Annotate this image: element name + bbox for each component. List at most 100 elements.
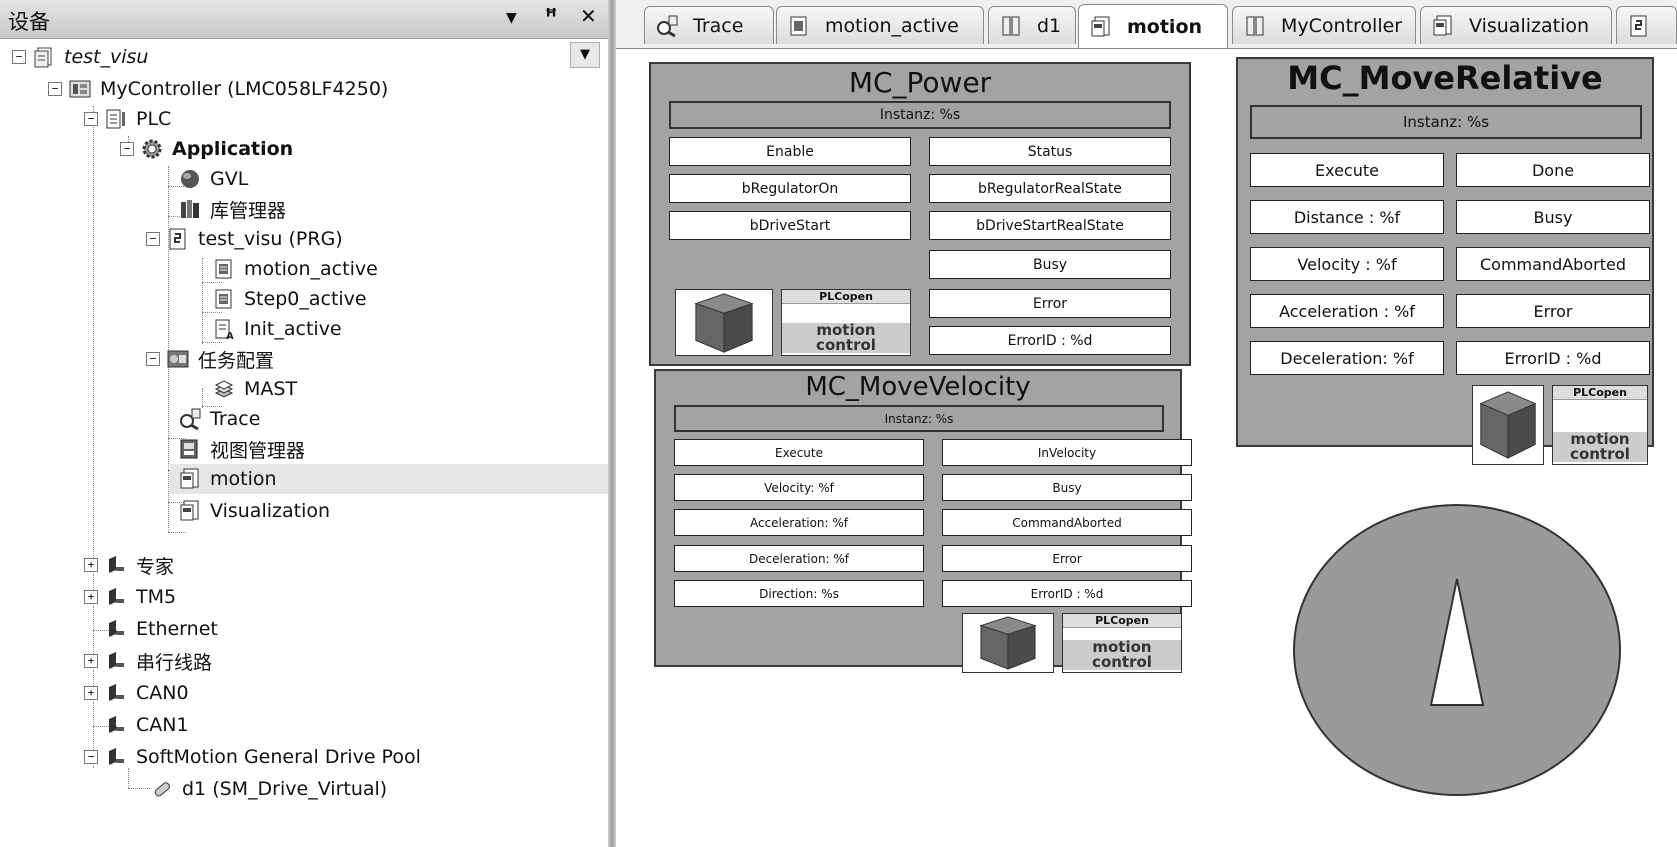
busy-lamp: Busy xyxy=(942,474,1192,501)
action-icon xyxy=(212,287,236,311)
pin-icon[interactable]: ꟸ xyxy=(545,4,557,28)
tree-node-step0-active[interactable]: Step0_active xyxy=(212,284,367,314)
collapse-icon[interactable]: − xyxy=(84,750,98,764)
tab-trace[interactable]: Trace xyxy=(644,6,774,44)
fb-mc-power: MC_Power Instanz: %s Enable bRegulatorOn… xyxy=(649,62,1191,366)
tree-node-softmotion-pool[interactable]: − SoftMotion General Drive Pool xyxy=(84,742,421,772)
commandaborted-lamp: CommandAborted xyxy=(1456,247,1650,281)
panel-splitter[interactable] xyxy=(608,0,616,847)
tree-node-d1[interactable]: d1 (SM_Drive_Virtual) xyxy=(150,774,387,804)
acceleration-input[interactable]: Acceleration : %f xyxy=(1250,294,1444,328)
tree-node-expert[interactable]: + 专家 xyxy=(84,550,174,580)
softmotion-cube-icon xyxy=(962,613,1054,673)
velocity-input[interactable]: Velocity: %f xyxy=(674,474,924,501)
tab-d1[interactable]: d1 xyxy=(988,6,1076,44)
commandaborted-lamp: CommandAborted xyxy=(942,509,1192,536)
tree-node-gvl[interactable]: GVL xyxy=(178,164,248,194)
program-icon xyxy=(166,227,190,251)
distance-input[interactable]: Distance : %f xyxy=(1250,200,1444,234)
collapse-icon[interactable]: − xyxy=(146,232,160,246)
fb-mc-movevelocity: MC_MoveVelocity Instanz: %s Execute Velo… xyxy=(654,369,1192,673)
status-lamp: Status xyxy=(929,137,1171,166)
expand-icon[interactable]: + xyxy=(84,654,98,668)
fb-mc-moverelative: MC_MoveRelative Instanz: %s Execute Dist… xyxy=(1236,57,1654,465)
fb-title: MC_MoveVelocity xyxy=(805,372,1031,402)
tree-node-plc[interactable]: − PLC xyxy=(84,104,171,134)
connector-icon xyxy=(104,745,128,769)
visualization-canvas[interactable]: MC_Power Instanz: %s Enable bRegulatorOn… xyxy=(616,49,1677,847)
project-icon xyxy=(32,45,56,69)
connector-icon xyxy=(104,617,128,641)
collapse-icon[interactable]: − xyxy=(48,82,62,96)
tree-node-trace[interactable]: Trace xyxy=(178,404,260,434)
errorid-field: ErrorID : %d xyxy=(942,580,1192,607)
softmotion-cube-icon xyxy=(675,289,773,356)
panel-menu-dropdown-icon[interactable]: ▼ xyxy=(506,10,517,26)
acceleration-input[interactable]: Acceleration: %f xyxy=(674,509,924,536)
tab-motion-active[interactable]: motion_active xyxy=(776,6,984,44)
expand-icon[interactable]: + xyxy=(84,590,98,604)
expand-icon[interactable]: + xyxy=(84,686,98,700)
controller-icon xyxy=(68,77,92,101)
tree-node-motion-active[interactable]: motion_active xyxy=(212,254,378,284)
tab-mycontroller[interactable]: MyController xyxy=(1232,6,1416,44)
trace-icon xyxy=(655,14,679,38)
bdrivestart-button[interactable]: bDriveStart xyxy=(669,211,911,240)
visualization-icon xyxy=(178,499,202,523)
connector-icon xyxy=(104,585,128,609)
collapse-icon[interactable]: − xyxy=(84,112,98,126)
pie-dial-element xyxy=(1293,504,1621,796)
tree-node-tm5[interactable]: + TM5 xyxy=(84,582,176,612)
tree-node-can1[interactable]: CAN1 xyxy=(104,710,189,740)
deceleration-input[interactable]: Deceleration: %f xyxy=(674,545,924,572)
visualization-icon xyxy=(1089,15,1113,39)
execute-button[interactable]: Execute xyxy=(1250,153,1444,187)
tree-node-init-active[interactable]: A Init_active xyxy=(212,314,342,344)
connector-icon xyxy=(104,681,128,705)
direction-input[interactable]: Direction: %s xyxy=(674,580,924,607)
tree-node-library-manager[interactable]: 库管理器 xyxy=(178,194,286,224)
tree-node-mast[interactable]: MAST xyxy=(212,374,297,404)
tab-overflow[interactable] xyxy=(1616,6,1677,44)
busy-lamp: Busy xyxy=(1456,200,1650,234)
tree-node-test-visu[interactable]: − test_visu xyxy=(12,42,148,72)
tree-dropdown-button[interactable]: ▼ xyxy=(570,42,600,68)
tree-node-serial-line[interactable]: + 串行线路 xyxy=(84,646,212,676)
gvl-globe-icon xyxy=(178,167,202,191)
expand-icon[interactable]: + xyxy=(84,558,98,572)
tree-node-test-visu-prg[interactable]: − test_visu (PRG) xyxy=(146,224,343,254)
collapse-icon[interactable]: − xyxy=(146,352,160,366)
drive-page-icon xyxy=(999,14,1023,38)
tree-node-ethernet[interactable]: Ethernet xyxy=(104,614,218,644)
error-lamp: Error xyxy=(929,289,1171,318)
close-icon[interactable]: ✕ xyxy=(580,4,597,28)
action-icon xyxy=(787,14,811,38)
visualization-icon xyxy=(1431,14,1455,38)
task-config-icon xyxy=(166,347,190,371)
tab-motion[interactable]: motion xyxy=(1078,4,1228,48)
fb-title: MC_MoveRelative xyxy=(1287,59,1603,97)
action-icon xyxy=(212,257,236,281)
tree-node-mycontroller[interactable]: − MyController (LMC058LF4250) xyxy=(48,74,388,104)
devices-title: 设备 xyxy=(8,10,50,34)
tree-node-task-config[interactable]: − 任务配置 xyxy=(146,344,274,374)
tab-visualization[interactable]: Visualization xyxy=(1420,6,1612,44)
deceleration-input[interactable]: Deceleration: %f xyxy=(1250,341,1444,375)
tree-node-application[interactable]: − Application xyxy=(120,134,293,164)
collapse-icon[interactable]: − xyxy=(12,50,26,64)
enable-button[interactable]: Enable xyxy=(669,137,911,166)
bregulatoron-button[interactable]: bRegulatorOn xyxy=(669,174,911,203)
plcopen-logo: PLCopen motion control xyxy=(1552,385,1648,465)
tree-node-can0[interactable]: + CAN0 xyxy=(84,678,189,708)
collapse-icon[interactable]: − xyxy=(120,142,134,156)
tree-node-visualization[interactable]: Visualization xyxy=(178,496,330,526)
tree-node-motion[interactable]: motion xyxy=(170,464,608,494)
execute-button[interactable]: Execute xyxy=(674,439,924,466)
errorid-field: ErrorID : %d xyxy=(929,326,1171,355)
action-icon: A xyxy=(212,317,236,341)
done-lamp: Done xyxy=(1456,153,1650,187)
error-lamp: Error xyxy=(1456,294,1650,328)
plcopen-logo: PLCopen motion control xyxy=(781,289,911,356)
velocity-input[interactable]: Velocity : %f xyxy=(1250,247,1444,281)
tree-node-visu-manager[interactable]: 视图管理器 xyxy=(178,434,305,464)
